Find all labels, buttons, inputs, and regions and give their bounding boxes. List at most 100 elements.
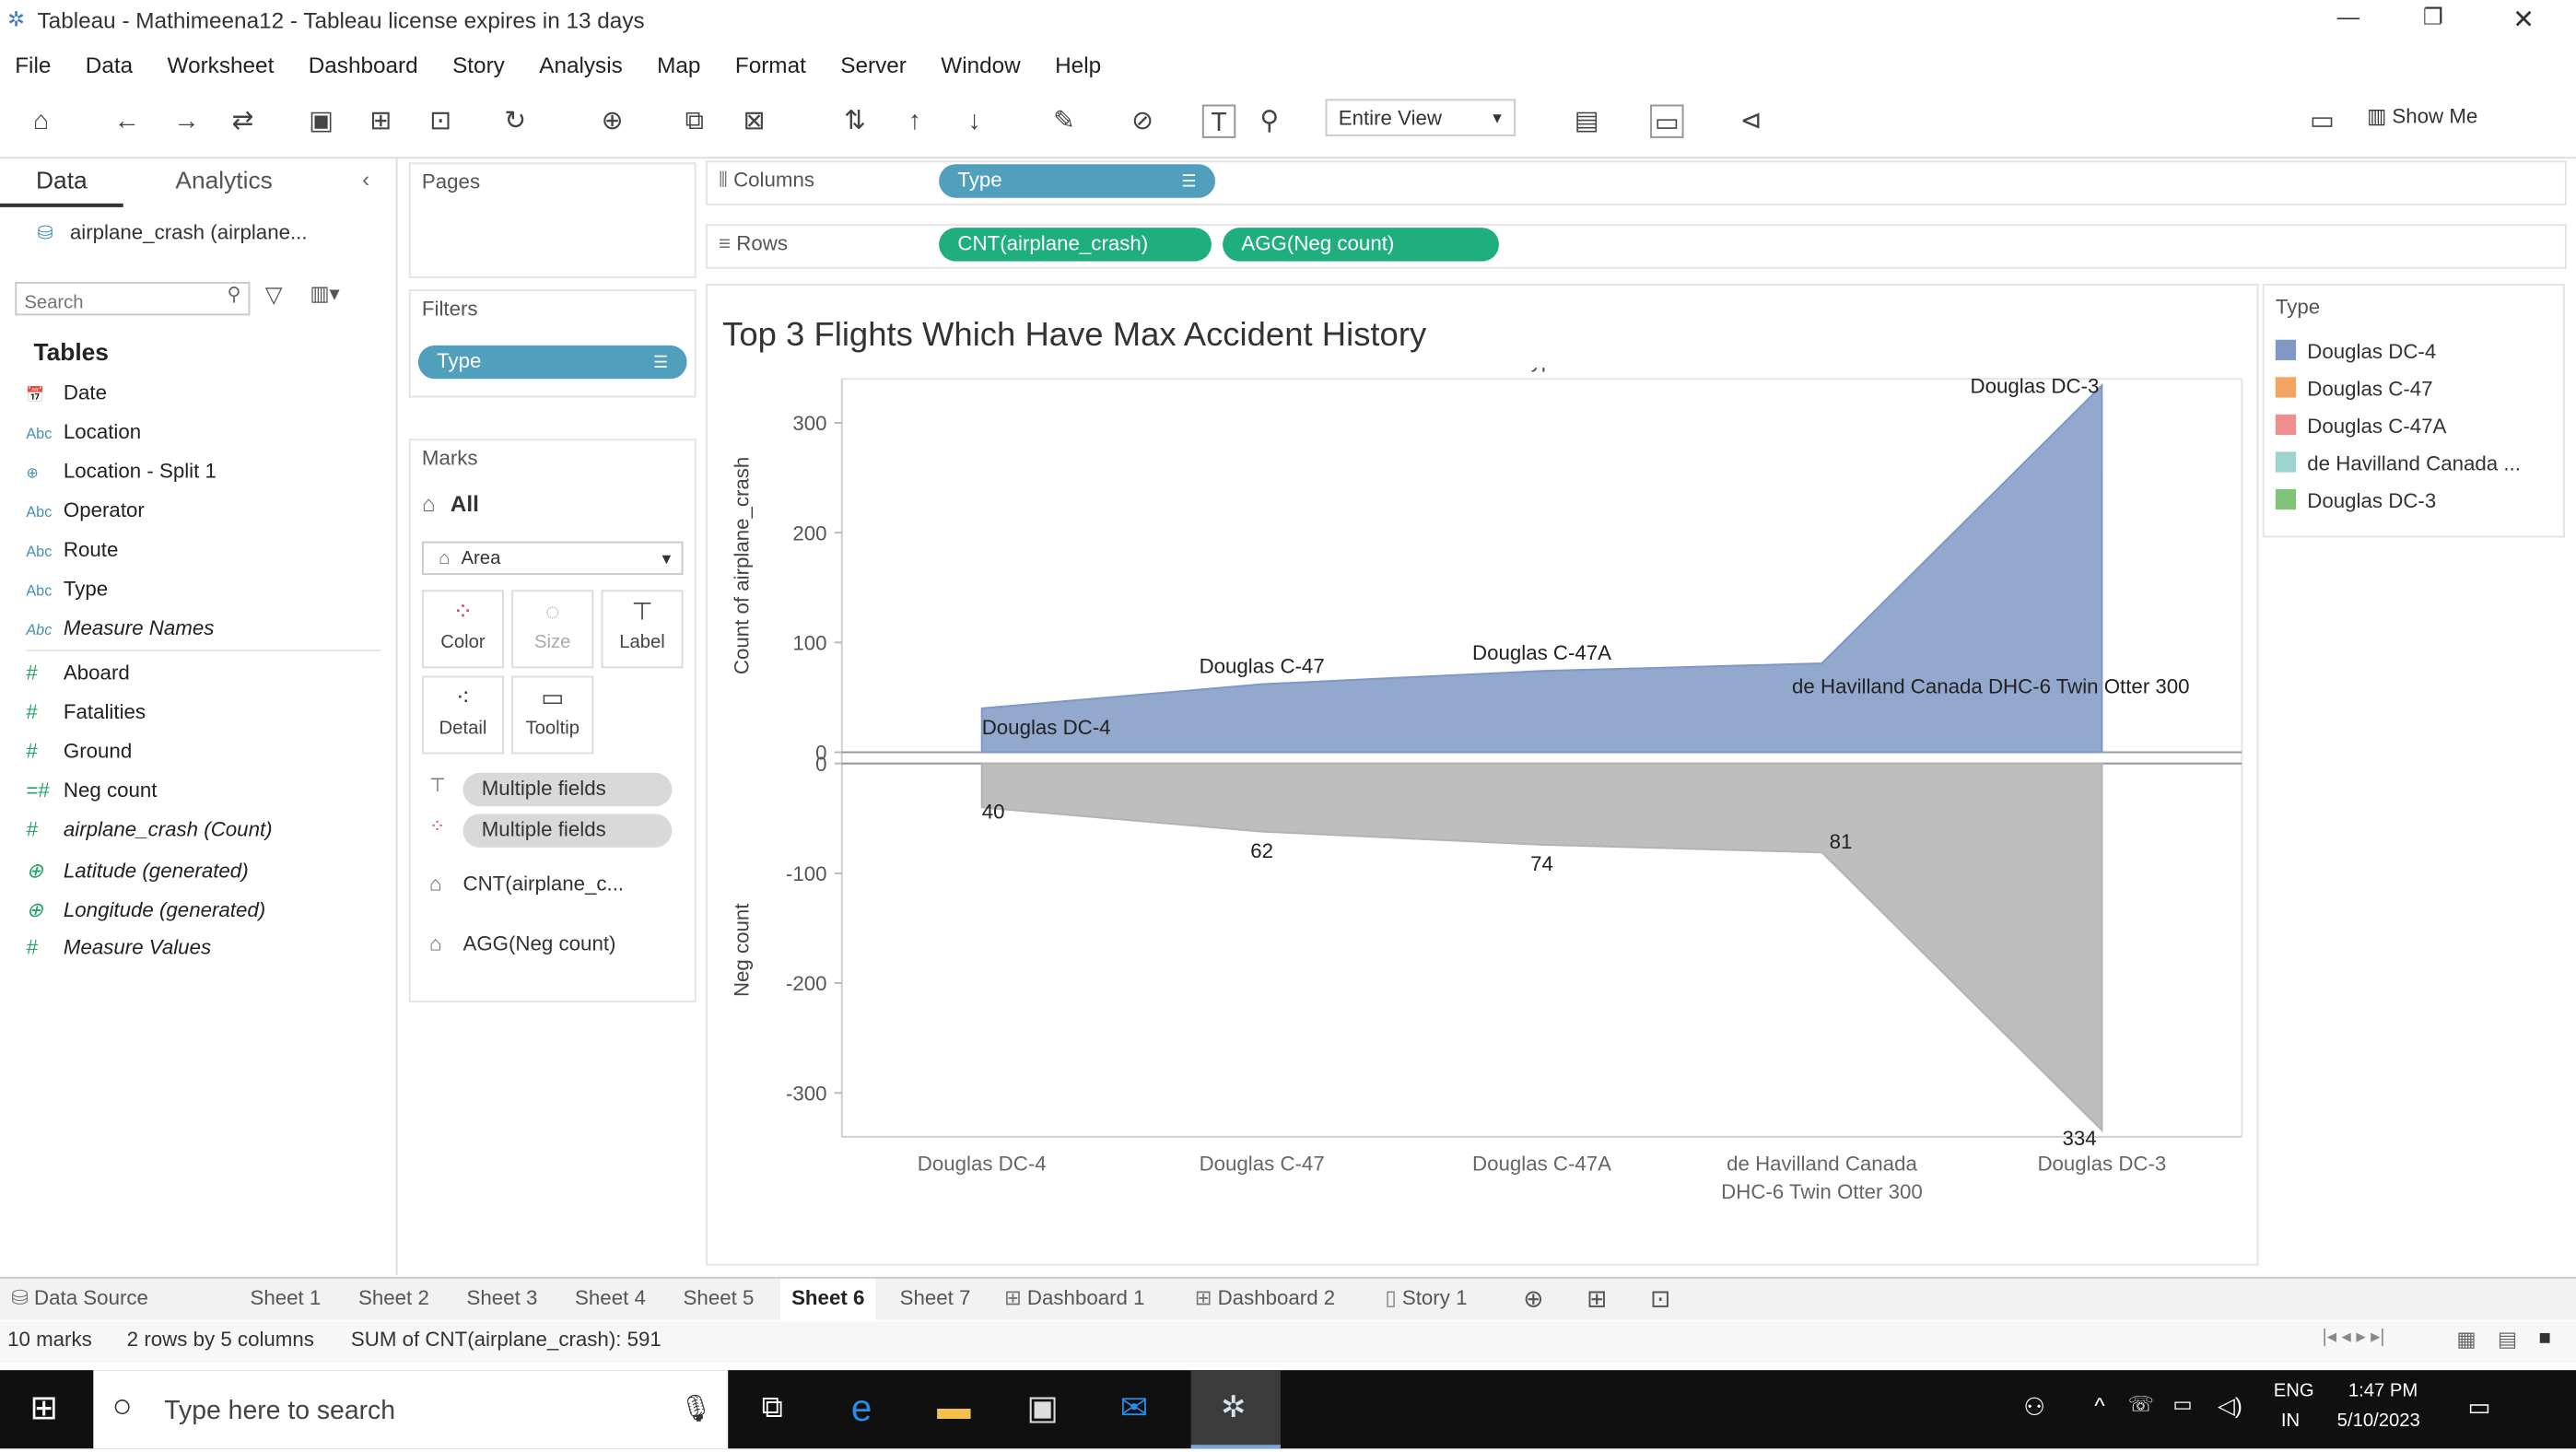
menu-worksheet[interactable]: Worksheet — [168, 53, 275, 78]
save-icon[interactable]: ▣ — [306, 104, 335, 134]
area-chart[interactable]: Type 0 100 200 300 Count of airplane_crash Dou… — [708, 368, 2257, 1245]
menu-map[interactable]: Map — [657, 53, 700, 78]
field-location[interactable]: Abc Location — [26, 422, 141, 444]
restore-button[interactable]: ❐ — [2423, 4, 2443, 29]
field-longitude-generated[interactable]: ⊕ Longitude (generated) — [26, 898, 265, 922]
field-location-split-1[interactable]: ⊕ Location - Split 1 — [26, 461, 217, 483]
menu-file[interactable]: File — [15, 53, 51, 78]
volume-icon[interactable]: ◁) — [2218, 1392, 2242, 1418]
clock-time[interactable]: 1:47 PM — [2348, 1381, 2418, 1401]
field-measure-names[interactable]: Abc Measure Names — [26, 618, 214, 640]
datasource-item[interactable]: ⛁ airplane_crash (airplane... — [38, 222, 308, 244]
tab-data-source[interactable]: ⛁ Data Source — [11, 1279, 148, 1320]
size-button[interactable]: ◌ Size — [511, 590, 594, 669]
menu-analysis[interactable]: Analysis — [539, 53, 623, 78]
measure-tab-cnt[interactable]: CNT(airplane_c... — [463, 873, 624, 896]
highlight-icon[interactable]: ✎ — [1049, 104, 1079, 134]
edge-icon[interactable]: e — [851, 1388, 872, 1432]
group-members-icon[interactable]: ⊘ — [1128, 104, 1157, 134]
collapse-pane-icon[interactable]: ‹ — [362, 166, 369, 192]
fit-select[interactable]: Entire View ▼ — [1325, 99, 1516, 136]
legend-item[interactable]: Douglas C-47 — [2275, 377, 2433, 402]
new-story-tab-icon[interactable]: ⊡ — [1650, 1279, 1670, 1320]
filter-pill-type[interactable]: Type ☰ — [417, 345, 687, 380]
tab-sheet-5[interactable]: Sheet 5 — [684, 1279, 755, 1320]
tab-sheet-2[interactable]: Sheet 2 — [358, 1279, 429, 1320]
legend-item[interactable]: de Havilland Canada ... — [2275, 451, 2521, 476]
rows-shelf[interactable]: ≡ Rows CNT(airplane_crash) AGG(Neg count… — [705, 224, 2567, 269]
menu-window[interactable]: Window — [941, 53, 1020, 78]
field-aboard[interactable]: # Aboard — [26, 662, 129, 685]
tab-analytics[interactable]: Analytics — [131, 158, 318, 204]
tooltip-button[interactable]: ▭ Tooltip — [511, 675, 594, 755]
legend-item[interactable]: Douglas DC-4 — [2275, 339, 2436, 364]
pause-updates-icon[interactable]: ⊡ — [426, 104, 455, 134]
show-cards-icon[interactable]: ▤ — [1572, 104, 1601, 134]
field-measure-values[interactable]: # Measure Values — [26, 937, 211, 959]
file-explorer-icon[interactable]: ▬ — [937, 1388, 970, 1428]
tab-dashboard-1[interactable]: ⊞ Dashboard 1 — [1004, 1279, 1145, 1320]
measure-tab-neg[interactable]: AGG(Neg count) — [463, 933, 615, 955]
close-button[interactable]: ✕ — [2512, 4, 2535, 35]
clear-sheet-icon[interactable]: ⊠ — [739, 104, 768, 134]
rows-pill-cnt[interactable]: CNT(airplane_crash) — [939, 228, 1212, 262]
tab-data[interactable]: Data — [0, 158, 123, 207]
menu-dashboard[interactable]: Dashboard — [309, 53, 418, 78]
tab-sheet-7[interactable]: Sheet 7 — [900, 1279, 971, 1320]
ask-data-icon[interactable]: ▭ — [2307, 104, 2336, 134]
task-view-icon[interactable]: ⧉ — [762, 1392, 783, 1425]
columns-shelf[interactable]: ⦀ Columns Type ☰ — [705, 160, 2567, 205]
sort-descending-icon[interactable]: ↓ — [959, 104, 989, 134]
detail-button[interactable]: ⁖ Detail — [421, 675, 505, 755]
search-input[interactable] — [17, 288, 219, 319]
sheet-navigation-icons[interactable]: |◂ ◂ ▸ ▸| — [2322, 1328, 2384, 1348]
network-icon[interactable]: ☏ — [2128, 1392, 2154, 1416]
color-button[interactable]: ⁘ Color — [421, 590, 505, 669]
field-route[interactable]: Abc Route — [26, 540, 118, 562]
swap-rows-columns-icon[interactable]: ⇅ — [840, 104, 870, 134]
search-box[interactable]: ⚲ — [15, 281, 251, 319]
columns-pill-type[interactable]: Type ☰ — [939, 164, 1215, 198]
tab-sheet-3[interactable]: Sheet 3 — [467, 1279, 538, 1320]
field-fatalities[interactable]: # Fatalities — [26, 702, 146, 724]
windows-start-icon[interactable]: ⊞ — [29, 1390, 58, 1423]
microphone-icon[interactable]: 🎙 — [680, 1392, 713, 1423]
new-dashboard-tab-icon[interactable]: ⊞ — [1587, 1279, 1607, 1320]
tab-dashboard-2[interactable]: ⊞ Dashboard 2 — [1195, 1279, 1336, 1320]
show-filmstrip-icon[interactable]: ▤ — [2498, 1328, 2517, 1352]
field-latitude-generated[interactable]: ⊕ Latitude (generated) — [26, 859, 248, 883]
undo-icon[interactable]: ← — [112, 104, 142, 134]
field-date[interactable]: 📅 Date — [26, 382, 107, 404]
view-options-icon[interactable]: ▥▾ — [310, 282, 339, 306]
multiple-fields-pill-color[interactable]: Multiple fields — [463, 814, 673, 848]
field-airplane-crash-count[interactable]: # airplane_crash (Count) — [26, 819, 272, 841]
tab-story-1[interactable]: ▯ Story 1 — [1385, 1279, 1467, 1320]
filter-fields-icon[interactable]: ▽ — [265, 282, 283, 308]
tab-sheet-1[interactable]: Sheet 1 — [250, 1279, 321, 1320]
field-ground[interactable]: # Ground — [26, 741, 132, 763]
taskbar-search[interactable]: ○ Type here to search 🎙 — [93, 1370, 729, 1449]
people-icon[interactable]: ⚇ — [2023, 1392, 2045, 1422]
refresh-icon[interactable]: ↻ — [500, 104, 530, 134]
replay-icon[interactable]: ⇄ — [228, 104, 257, 134]
menu-help[interactable]: Help — [1055, 53, 1101, 78]
new-worksheet-tab-icon[interactable]: ⊕ — [1523, 1279, 1543, 1320]
show-tabs-icon[interactable]: ■ — [2538, 1328, 2550, 1350]
mail-icon[interactable]: ✉ — [1120, 1388, 1149, 1428]
show-sheet-sorter-icon[interactable]: ▦ — [2456, 1328, 2476, 1352]
menu-format[interactable]: Format — [735, 53, 806, 78]
show-mark-labels-icon[interactable]: T — [1201, 104, 1236, 138]
multiple-fields-pill-label[interactable]: Multiple fields — [463, 772, 673, 807]
marks-all-tab[interactable]: ⌂ All — [422, 482, 684, 527]
field-neg-count[interactable]: =# Neg count — [26, 780, 157, 802]
field-operator[interactable]: Abc Operator — [26, 500, 144, 522]
new-worksheet-icon[interactable]: ⊕ — [597, 104, 626, 134]
menu-server[interactable]: Server — [840, 53, 907, 78]
tab-sheet-6[interactable]: Sheet 6 — [779, 1278, 876, 1320]
label-button[interactable]: ⊤ Label — [601, 590, 684, 669]
duplicate-sheet-icon[interactable]: ⧉ — [680, 104, 709, 134]
minimize-button[interactable]: — — [2337, 4, 2359, 29]
clock-date[interactable]: 5/10/2023 — [2337, 1411, 2420, 1432]
presentation-mode-icon[interactable]: ▭ — [1650, 104, 1684, 138]
battery-icon[interactable]: ▭ — [2172, 1392, 2192, 1416]
